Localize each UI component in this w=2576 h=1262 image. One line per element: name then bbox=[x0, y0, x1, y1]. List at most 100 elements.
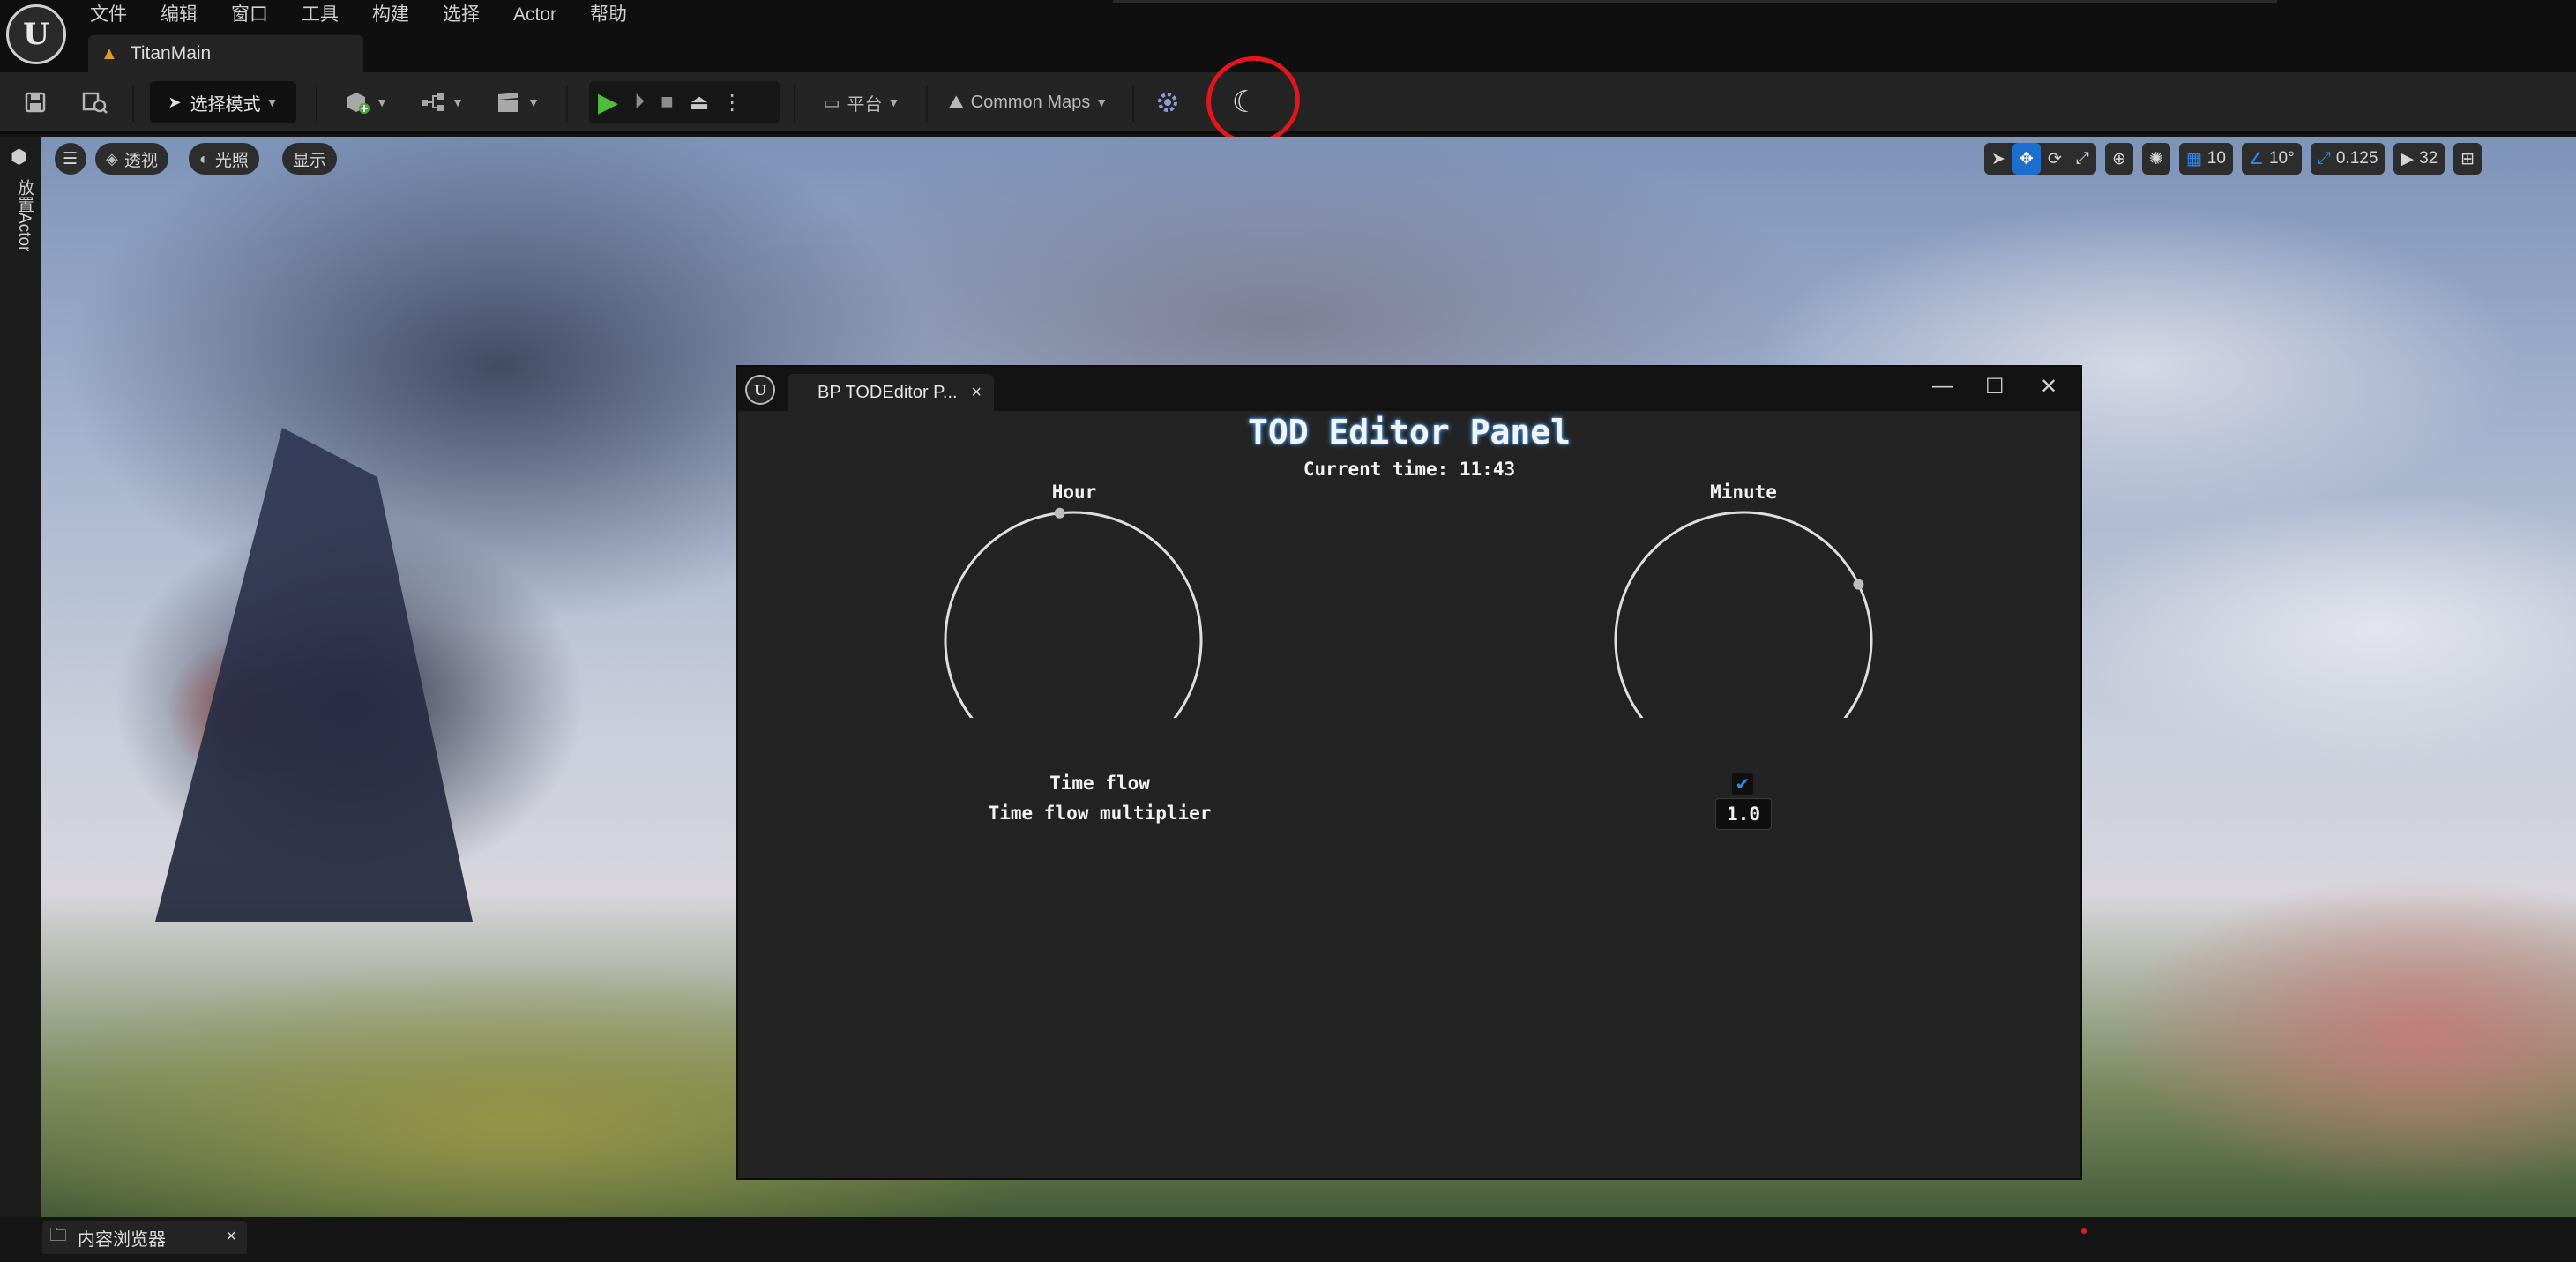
menu-actor[interactable]: Actor bbox=[513, 0, 556, 30]
menu-help[interactable]: 帮助 bbox=[590, 0, 627, 30]
place-actors-icon[interactable]: ⬢ bbox=[11, 146, 27, 168]
perspective-button[interactable]: ◈ 透视 bbox=[95, 143, 168, 175]
toolbar-separator bbox=[1132, 85, 1134, 122]
level-icon: ▲ bbox=[101, 43, 118, 63]
hour-dial-handle bbox=[1054, 507, 1065, 519]
checkmark-icon: ✔ bbox=[1735, 774, 1751, 795]
save-icon[interactable] bbox=[16, 81, 55, 123]
place-actors-tab[interactable]: 放置Actor bbox=[12, 179, 36, 251]
minute-dial-handle bbox=[1853, 579, 1864, 590]
more-options-icon[interactable]: ⋮ bbox=[721, 90, 743, 116]
sphere-icon: ◐ bbox=[199, 149, 209, 168]
time-flow-multiplier-label: Time flow multiplier bbox=[988, 803, 1212, 824]
hamburger-icon: ☰ bbox=[63, 149, 78, 168]
maximize-icon[interactable]: ☐ bbox=[1985, 374, 2005, 400]
time-flow-checkbox[interactable]: ✔ bbox=[1732, 773, 1753, 795]
unreal-logo-icon[interactable]: U bbox=[6, 4, 66, 64]
rotate-tool-icon[interactable]: ⟳ bbox=[2041, 149, 2069, 169]
transform-tools: ➤ ✥ ⟳ ⤢ bbox=[1984, 143, 2096, 175]
menu-file[interactable]: 文件 bbox=[90, 0, 127, 30]
level-tab[interactable]: ▲ TitanMain bbox=[88, 35, 363, 72]
chevron-down-icon: ▼ bbox=[1095, 95, 1109, 109]
scale-snap-toggle[interactable]: ⤢ 0.125 bbox=[2310, 143, 2386, 175]
grid-snap-toggle[interactable]: ▦ 10 bbox=[2178, 143, 2233, 175]
lit-label: 光照 bbox=[214, 151, 249, 170]
notification-dot bbox=[2081, 1228, 2087, 1234]
lit-button[interactable]: ◐ 光照 bbox=[189, 143, 259, 175]
minute-label: Minute bbox=[1710, 482, 1777, 503]
cursor-icon: ➤ bbox=[168, 93, 182, 111]
rotation-snap-toggle[interactable]: ∠ 10° bbox=[2241, 143, 2302, 175]
cinematics-button[interactable]: ▼ bbox=[490, 81, 545, 123]
content-browser-icon: 🗀 bbox=[49, 1226, 67, 1245]
time-flow-label: Time flow bbox=[1049, 773, 1150, 794]
step-icon[interactable]: ⏵ bbox=[634, 90, 645, 115]
viewport-layout-icon[interactable]: ⊞ bbox=[2453, 143, 2483, 175]
chevron-down-icon: ▼ bbox=[265, 95, 279, 109]
show-button[interactable]: 显示 bbox=[282, 143, 338, 175]
toolbar-separator bbox=[132, 85, 134, 122]
menu-edit[interactable]: 编辑 bbox=[161, 0, 198, 30]
toolbar-separator bbox=[794, 85, 795, 122]
platform-icon: ▭ bbox=[823, 93, 840, 113]
map-icon: ⛰ bbox=[948, 92, 964, 112]
common-maps-dropdown[interactable]: ⛰ Common Maps ▼ bbox=[940, 81, 1116, 123]
show-label: 显示 bbox=[293, 151, 327, 170]
select-mode-dropdown[interactable]: ➤ 选择模式 ▼ bbox=[150, 81, 296, 123]
world-local-icon[interactable]: ⊕ bbox=[2104, 143, 2133, 175]
grid-snap-value: 10 bbox=[2206, 149, 2226, 168]
scale-arrow-icon: ⤢ bbox=[2317, 149, 2331, 168]
menu-build[interactable]: 构建 bbox=[372, 0, 409, 30]
angle-icon: ∠ bbox=[2248, 149, 2264, 168]
level-tab-label: TitanMain bbox=[130, 43, 212, 63]
content-browser-label: 内容浏览器 bbox=[78, 1229, 166, 1250]
unreal-logo-icon: U bbox=[745, 375, 775, 405]
minimize-icon[interactable]: — bbox=[1932, 374, 1953, 399]
chevron-down-icon: ▼ bbox=[887, 95, 900, 109]
settings-gear-icon[interactable] bbox=[1148, 81, 1187, 123]
close-icon[interactable]: × bbox=[226, 1227, 236, 1247]
chevron-down-icon: ▼ bbox=[376, 95, 388, 109]
bottom-drawer-bar: 🗀 内容浏览器 × bbox=[0, 1217, 2576, 1262]
main-menu: 文件 编辑 窗口 工具 构建 选择 Actor 帮助 bbox=[90, 0, 661, 30]
content-browser-tab[interactable]: 🗀 内容浏览器 × bbox=[42, 1221, 247, 1254]
cube-icon: ◈ bbox=[106, 149, 118, 168]
chevron-down-icon: ▼ bbox=[452, 95, 464, 109]
window-titlebar[interactable]: U BP TODEditor P... × — ☐ ✕ bbox=[738, 367, 2080, 411]
hour-dial[interactable] bbox=[932, 506, 1214, 718]
left-panel-strip: ⬢ 放置Actor bbox=[0, 137, 41, 1217]
time-flow-multiplier-input[interactable]: 1.0 bbox=[1715, 798, 1772, 830]
stop-icon[interactable]: ■ bbox=[661, 90, 674, 115]
surface-snap-icon[interactable]: ✺ bbox=[2141, 143, 2170, 175]
common-maps-label: Common Maps bbox=[970, 92, 1091, 112]
add-actor-button[interactable]: ▼ bbox=[339, 81, 393, 123]
menu-window[interactable]: 窗口 bbox=[231, 0, 268, 30]
platform-label: 平台 bbox=[847, 94, 883, 115]
select-tool-icon[interactable]: ➤ bbox=[1984, 149, 2012, 169]
camera-speed-value: 32 bbox=[2419, 149, 2438, 168]
eject-icon[interactable]: ⏏ bbox=[690, 90, 710, 116]
blueprint-button[interactable]: ▼ bbox=[414, 81, 469, 123]
close-window-icon[interactable]: ✕ bbox=[2040, 374, 2057, 400]
camera-speed-button[interactable]: ▶ 32 bbox=[2393, 143, 2445, 175]
move-tool-icon[interactable]: ✥ bbox=[2012, 143, 2041, 175]
camera-icon: ▶ bbox=[2401, 149, 2415, 168]
toolbar-separator bbox=[926, 85, 928, 122]
perspective-label: 透视 bbox=[123, 151, 158, 170]
minute-dial[interactable] bbox=[1602, 506, 1885, 718]
tod-editor-tab[interactable]: BP TODEditor P... × bbox=[788, 374, 994, 411]
play-icon[interactable]: ▶ bbox=[598, 87, 618, 118]
browse-icon[interactable] bbox=[74, 81, 116, 123]
toolbar-separator bbox=[566, 85, 568, 122]
hour-label: Hour bbox=[1051, 482, 1097, 503]
menu-tools[interactable]: 工具 bbox=[302, 0, 339, 30]
menu-bar: U 文件 编辑 窗口 工具 构建 选择 Actor 帮助 ▲ TitanMain bbox=[0, 0, 2576, 72]
close-icon[interactable]: × bbox=[971, 383, 982, 403]
scene-mountain bbox=[155, 428, 473, 922]
platforms-dropdown[interactable]: ▭ 平台 ▼ bbox=[813, 81, 910, 123]
panel-title: TOD Editor Panel bbox=[1247, 413, 1572, 452]
viewport-menu-button[interactable]: ☰ bbox=[55, 143, 86, 175]
viewport-controls: ➤ ✥ ⟳ ⤢ ⊕ ✺ ▦ 10 ∠ 10° ⤢ 0.125 ▶ 32 ⊞ bbox=[1984, 143, 2483, 175]
menu-select[interactable]: 选择 bbox=[443, 0, 480, 30]
scale-tool-icon[interactable]: ⤢ bbox=[2069, 149, 2096, 168]
